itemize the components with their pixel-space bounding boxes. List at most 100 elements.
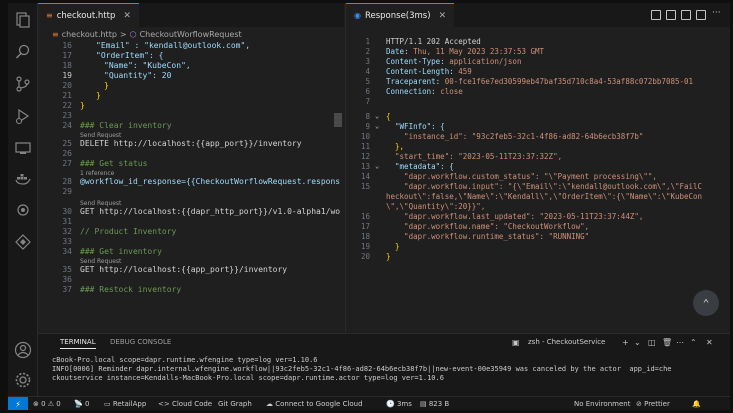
more-actions-icon[interactable]: ··· [712, 8, 721, 18]
add-terminal-icon[interactable]: + [622, 338, 629, 347]
environment-status[interactable]: No Environment [574, 400, 630, 408]
code-line: "Name": "KubeCon", [104, 61, 191, 70]
explorer-icon[interactable] [14, 11, 32, 29]
cloud-code-status[interactable]: <> Cloud Code [158, 400, 212, 408]
close-icon[interactable]: ✕ [439, 11, 447, 21]
code-line: ### Get status [80, 159, 148, 168]
scrollbar-thumb[interactable] [334, 113, 342, 127]
line-number: 2 [365, 47, 370, 56]
terminal-output[interactable]: cBook-Pro.local scope=dapr.runtime.wfeng… [52, 356, 728, 384]
line-number: 12 [360, 152, 370, 161]
line-number: 18 [62, 61, 72, 70]
line-number: 35 [62, 265, 72, 274]
code-line: ### Clear inventory [80, 121, 172, 130]
notifications-icon[interactable]: 🔔 [692, 400, 701, 408]
extensions-icon[interactable] [14, 233, 32, 251]
bottom-panel: TERMINAL DEBUG CONSOLE ▣ zsh - CheckoutS… [38, 333, 730, 396]
terminal-name[interactable]: zsh - CheckoutService [528, 338, 605, 346]
json-line: "dapr.workflow.name": "CheckoutWorkflow"… [386, 222, 590, 231]
line-number: 16 [62, 41, 72, 50]
code-line: } [104, 81, 109, 90]
docker-icon[interactable] [14, 169, 32, 187]
problems-status[interactable]: ⊗ 0 ⚠ 0 [33, 400, 61, 408]
header-line: Connection: close [386, 87, 463, 96]
remote-explorer-icon[interactable] [14, 139, 32, 157]
response-time-status: 🕑 3ms [386, 400, 412, 408]
open-changes-icon[interactable] [651, 10, 661, 20]
line-number: 8 [365, 112, 370, 121]
remote-indicator-icon[interactable]: ⚡ [8, 397, 28, 410]
line-number: 3 [365, 57, 370, 66]
line-number: 16 [360, 212, 370, 221]
json-line: "instance_id": "93c2feb5-32c1-4f86-ad82-… [386, 132, 644, 141]
editor-tabs-left: ≡ checkout.http ✕ [38, 3, 344, 27]
symbol-icon: ⬡ [129, 30, 137, 39]
code-line: @workflow_id_response={{CheckoutWorflowR… [80, 177, 341, 186]
maximize-panel-icon[interactable]: ⌃ [690, 338, 697, 347]
chevron-down-icon[interactable]: ⌄ [634, 338, 641, 347]
source-control-icon[interactable] [14, 75, 32, 93]
code-line: ### Restock inventory [80, 285, 182, 294]
line-number: 4 [365, 67, 370, 76]
breadcrumb-request[interactable]: CheckoutWorflowRequest [140, 30, 242, 39]
json-line: "dapr.workflow.input": "{\"Email\":\"ken… [386, 182, 703, 191]
line-number: 19 [62, 71, 72, 80]
more-actions-icon[interactable]: ⋯ [676, 338, 684, 347]
editor-tabs-right: ◉ Response(3ms) ✕ ··· [346, 3, 730, 27]
vscode-window: ≡ checkout.http ✕ ≡ checkout.http > ⬡ Ch… [8, 3, 730, 410]
settings-sync-icon[interactable] [14, 201, 32, 219]
code-line: "OrderItem": { [96, 51, 164, 60]
fold-chevron-icon[interactable]: ⌄ [375, 162, 379, 171]
prettier-status[interactable]: ⊘ Prettier [636, 400, 670, 408]
line-number: 30 [62, 207, 72, 216]
line-number: 24 [62, 121, 72, 130]
json-line-wrap: heckout\":false,\"Name\":\"Kendall\",\"O… [386, 192, 703, 201]
account-icon[interactable] [14, 341, 32, 359]
json-line: "dapr.workflow.last_updated": "2023-05-1… [386, 212, 644, 221]
split-editor-icon[interactable] [666, 10, 676, 20]
editor-group-left: ≡ checkout.http ✕ ≡ checkout.http > ⬡ Ch… [38, 3, 344, 332]
git-graph-status[interactable]: Git Graph [218, 400, 252, 408]
line-number: 5 [365, 77, 370, 86]
tab-terminal[interactable]: TERMINAL [60, 338, 96, 349]
json-line: "dapr.workflow.custom_status": "\"Paymen… [386, 172, 657, 181]
retailapp-status[interactable]: ▭ RetailApp [104, 400, 146, 408]
fold-chevron-icon[interactable]: ⌄ [375, 112, 379, 121]
scroll-to-top-button[interactable]: ⌃ [693, 290, 719, 316]
search-icon[interactable] [14, 43, 32, 61]
line-number: 34 [62, 247, 72, 256]
line-number: 36 [62, 275, 72, 284]
header-line: Content-Length: 459 [386, 67, 472, 76]
line-number: 17 [62, 51, 72, 60]
line-number: 19 [360, 242, 370, 251]
line-number: 7 [365, 97, 370, 106]
google-cloud-status[interactable]: ☁ Connect to Google Cloud [266, 400, 363, 408]
status-line: HTTP/1.1 202 Accepted [386, 37, 481, 46]
breadcrumb-file[interactable]: checkout.http [62, 30, 117, 39]
panel-tabs: TERMINAL DEBUG CONSOLE ▣ zsh - CheckoutS… [38, 334, 730, 350]
tab-response[interactable]: ◉ Response(3ms) ✕ [346, 3, 455, 27]
breadcrumb-separator: > [119, 30, 127, 39]
ports-status[interactable]: 📡 0 [74, 400, 89, 408]
preview-icon: ◉ [354, 11, 361, 20]
line-number: 14 [360, 172, 370, 181]
json-line: "start_time": "2023-05-11T23:37:32Z", [386, 152, 563, 161]
run-debug-icon[interactable] [14, 107, 32, 125]
line-number: 11 [360, 142, 370, 151]
trash-icon[interactable]: 🗑 [662, 338, 672, 347]
line-number: 33 [62, 237, 72, 246]
toggle-layout-icon[interactable] [681, 10, 691, 20]
split-terminal-icon[interactable]: ◫ [648, 338, 656, 347]
panel-toggle-icon[interactable] [696, 10, 706, 20]
tab-label: checkout.http [56, 10, 116, 21]
line-number: 22 [62, 101, 72, 110]
fold-chevron-icon[interactable]: ⌄ [375, 122, 379, 131]
tab-debug-console[interactable]: DEBUG CONSOLE [110, 338, 171, 346]
tab-checkout-http[interactable]: ≡ checkout.http ✕ [38, 3, 139, 27]
http-file-icon: ≡ [52, 30, 59, 39]
manage-gear-icon[interactable] [14, 371, 32, 389]
close-icon[interactable]: ✕ [123, 11, 131, 21]
close-panel-icon[interactable]: ✕ [706, 338, 713, 347]
header-line: Content-Type: application/json [386, 57, 522, 66]
line-number: 20 [62, 81, 72, 90]
